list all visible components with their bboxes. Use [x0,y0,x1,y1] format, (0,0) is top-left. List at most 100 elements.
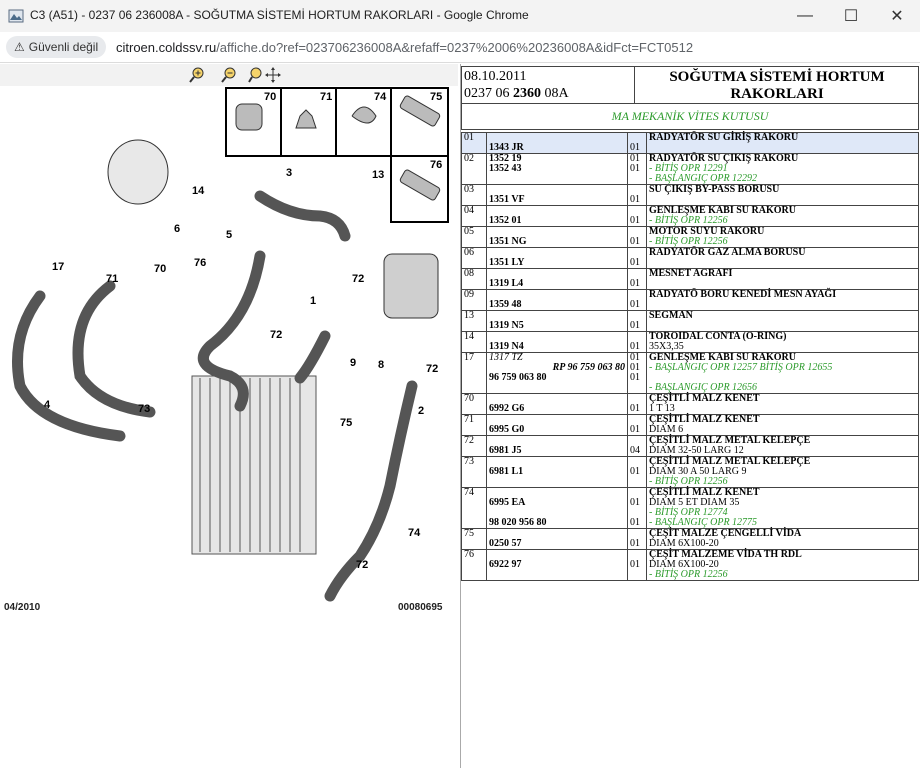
table-row[interactable]: 08 1319 L4 01 MESNET AGRAFI [461,268,919,290]
part-description: MESNET AGRAFI [649,268,733,279]
part-qty: 01 [630,559,640,570]
part-extra: DIAM 6X100-20 [649,538,719,549]
part-extra: DIAM 6 [649,424,684,435]
part-description: ÇEŞİTLİ MALZ KENET [649,393,760,404]
part-number: 13 [464,310,474,321]
part-ref[interactable]: 1352 01 [489,216,625,226]
radiator [191,375,317,555]
part-qty: 01 [630,142,640,153]
part-number: 01 [464,132,474,143]
part-qty: 01 [630,299,640,310]
zoom-toolbar [0,64,458,86]
part-ref[interactable]: 98 020 956 80 [489,518,625,528]
part-qty: 01 [630,257,640,268]
table-row[interactable]: 13 1319 N5 01 SEGMAN [461,310,919,332]
callout-label: 4 [44,399,51,411]
part-extra: 35X3,35 [649,341,684,352]
table-row[interactable]: 73 6981 L1 01 ÇEŞİTLİ MALZ METAL KELEPÇE DIA… [461,456,919,488]
callout-label: 14 [192,185,205,197]
security-indicator[interactable]: ⚠ Güvenli değil [6,36,107,58]
page-favicon-icon [8,9,24,23]
diagram-date: 04/2010 [4,602,41,613]
part-description: RADYATÖR GAZ ALMA BORUSU [649,247,806,258]
url-field[interactable]: citroen.coldssv.ru/affiche.do?ref=023706… [116,40,693,55]
part-ref[interactable]: 1351 VF [489,195,625,205]
table-row[interactable]: 02 1352 19 1352 43 01 01 RADYATÖR SU ÇIKIŞ RA… [461,153,919,185]
minimize-button[interactable]: — [782,0,828,32]
part-description: ÇEŞİTLİ MALZ KENET [649,414,760,425]
table-row[interactable]: 74 6995 EA 98 020 956 80 01 01 ÇEŞİTLİ MALZ K… [461,487,919,529]
part-ref[interactable]: 6981 J5 [489,446,625,456]
callout-label: 72 [270,329,282,341]
part-qty: 04 [630,445,640,456]
table-row[interactable]: 75 0250 57 01 ÇEŞİT MALZE ÇENGELLİ VİDA DIAM… [461,528,919,550]
table-row[interactable]: 09 1359 48 01 RADYATÖ BORU KENEDİ MESN AYAĞ… [461,289,919,311]
water-pump [383,253,439,319]
table-row[interactable]: 05 1351 NG 01 MOTOR SUYU RAKORU - BİTİŞ OPR … [461,226,919,248]
part-description: SEGMAN [649,310,693,321]
parts-panel: 08.10.2011 0237 06 2360 08A SOĞUTMA SİST… [460,64,920,768]
callout-label: 9 [350,357,356,369]
address-bar: ⚠ Güvenli değil citroen.coldssv.ru/affic… [0,32,920,63]
maximize-button[interactable]: ☐ [828,0,874,32]
header-date: 08.10.2011 [464,69,527,84]
part-number: 05 [464,226,474,237]
part-ref[interactable]: 1351 NG [489,237,625,247]
header-ref: 0237 06 2360 08A [464,86,569,101]
part-number: 02 [464,153,474,164]
part-ref[interactable]: 1343 JR [489,143,625,153]
part-qty: 01 [630,517,640,528]
move-icon[interactable] [264,66,282,84]
callout-label: 72 [352,273,364,285]
part-ref[interactable]: 6995 EA [489,498,625,508]
table-row[interactable]: 03 1351 VF 01 SU ÇIKIŞ BY-PASS BORUSU [461,184,919,206]
part-ref[interactable]: 6992 G6 [489,404,625,414]
diagram-panel: 70 71 74 75 76 3 13 14 6 5 17 71 70 76 7… [0,64,458,768]
part-qty: 01 [630,236,640,247]
table-row[interactable]: 72 6981 J5 04 ÇEŞİTLİ MALZ METAL KELEPÇE DIA… [461,435,919,457]
header-subtitle: MA MEKANİK VİTES KUTUSU [461,104,919,130]
part-ref[interactable]: 1319 L4 [489,279,625,289]
part-extra: DIAM 32-50 LARG 12 [649,445,744,456]
table-row[interactable]: 70 6992 G6 01 ÇEŞİTLİ MALZ KENET 1 T 13 [461,393,919,415]
header-title: SOĞUTMA SİSTEMİ HORTUM RAKORLARI [669,69,885,102]
part-qty: 01 [630,466,640,477]
callout-label: 76 [194,257,206,269]
zoom-in-icon[interactable] [188,66,206,84]
callout-label: 8 [378,359,384,371]
part-note: - BAŞLANGIÇ OPR 12775 [649,517,758,528]
table-row[interactable]: 76 6922 97 01 ÇEŞİT MALZEME VİDA TH RDL DIAM… [461,549,919,581]
zoom-out-icon[interactable] [220,66,238,84]
url-host: citroen.coldssv.ru [116,40,217,55]
callout-label: 73 [138,403,150,415]
part-description: SU ÇIKIŞ BY-PASS BORUSU [649,184,780,195]
window-titlebar: C3 (A51) - 0237 06 236008A - SOĞUTMA SİS… [0,0,920,33]
table-row[interactable]: 04 1352 01 01 GENLEŞME KABI SU RAKORU - BİTİ… [461,205,919,227]
diagram-code: 00080695 [398,602,443,613]
part-ref[interactable]: 1319 N4 [489,342,625,352]
part-ref[interactable]: 1351 LY [489,258,625,268]
callout-label: 70 [264,91,276,103]
callout-label: 17 [52,261,64,273]
part-extra: 1 T 13 [649,403,675,414]
part-ref[interactable]: 1319 N5 [489,321,625,331]
part-note: - BAŞLANGIÇ OPR 12656 [649,382,758,393]
part-ref[interactable]: 6922 97 [489,560,625,570]
part-ref[interactable]: 1359 48 [489,300,625,310]
part-number: 14 [464,331,474,342]
part-ref[interactable]: 0250 57 [489,539,625,549]
table-row[interactable]: 71 6995 G0 01 ÇEŞİTLİ MALZ KENET DIAM 6 [461,414,919,436]
part-number: 71 [464,414,474,425]
table-row[interactable]: 06 1351 LY 01 RADYATÖR GAZ ALMA BORUSU [461,247,919,269]
table-row[interactable]: 17 1317 TZ RP 96 759 063 80 96 759 063 80 01… [461,352,919,394]
table-row[interactable]: 01 1343 JR 01 RADYATÖR SU GİRİŞ RAKORU [461,132,919,154]
part-number: 04 [464,205,474,216]
part-qty: 01 [630,424,640,435]
table-row[interactable]: 14 1319 N4 01 TOROIDAL CONTA (O-RING) 35X3,3… [461,331,919,353]
part-ref[interactable]: 6981 L1 [489,467,625,477]
part-ref[interactable]: 96 759 063 80 [489,373,625,383]
part-number: 73 [464,456,474,467]
part-ref[interactable]: 1352 43 [489,164,625,174]
part-ref[interactable]: 6995 G0 [489,425,625,435]
close-button[interactable]: ✕ [874,0,920,32]
